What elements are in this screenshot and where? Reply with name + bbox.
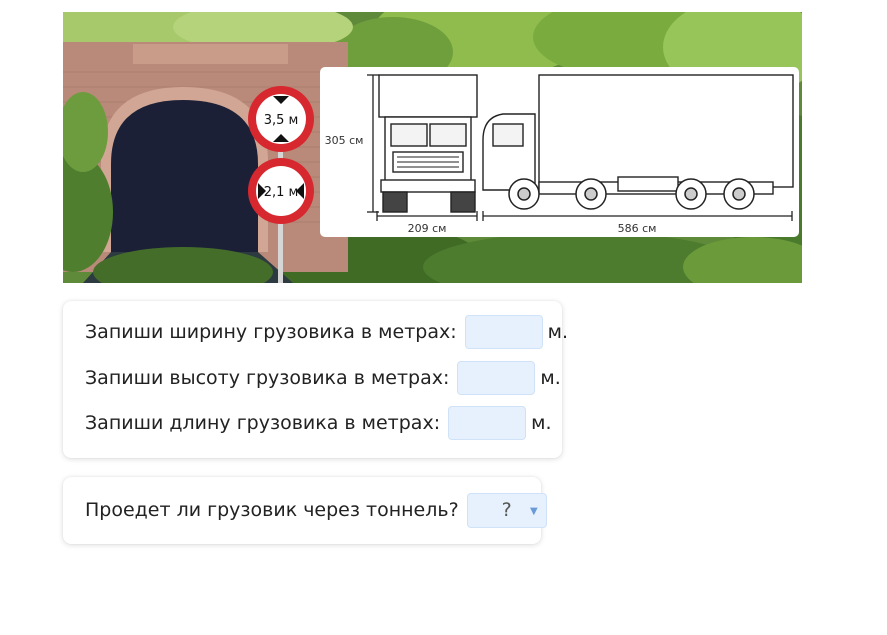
dim-length-label: 586 см [618, 222, 657, 235]
pass-question-row: Проедет ли грузовик через тоннель? ? ▼ [85, 491, 547, 529]
width-unit: м. [547, 321, 568, 343]
measurements-card: Запиши ширину грузовика в метрах: м. Зап… [63, 301, 568, 458]
height-question-text: Запиши высоту грузовика в метрах: [85, 367, 450, 389]
height-answer-input[interactable] [457, 361, 536, 395]
width-question-text: Запиши ширину грузовика в метрах: [85, 321, 457, 343]
dim-height-label: 305 см [325, 134, 364, 147]
width-answer-input[interactable] [464, 315, 543, 349]
height-unit: м. [540, 367, 561, 389]
pass-answer-dropdown[interactable]: ? ▼ [466, 492, 547, 528]
sign-width-label: 2,1 м [264, 185, 299, 200]
chevron-down-icon: ▼ [529, 505, 538, 517]
length-question-text: Запиши длину грузовика в метрах: [85, 412, 441, 434]
height-question-row: Запиши высоту грузовика в метрах: м. [85, 359, 561, 397]
pass-question-card: Проедет ли грузовик через тоннель? ? ▼ [63, 477, 547, 544]
length-unit: м. [531, 412, 552, 434]
length-answer-input[interactable] [448, 406, 527, 440]
tunnel-truck-illustration: 3,5 м 2,1 м 305 см 209 см 586 см [63, 12, 802, 283]
dim-width-label: 209 см [408, 222, 447, 235]
length-question-row: Запиши длину грузовика в метрах: м. [85, 404, 551, 442]
width-question-row: Запиши ширину грузовика в метрах: м. [85, 313, 568, 351]
dropdown-value: ? [501, 499, 512, 521]
pass-question-text: Проедет ли грузовик через тоннель? [85, 499, 459, 521]
sign-height-label: 3,5 м [264, 113, 299, 128]
